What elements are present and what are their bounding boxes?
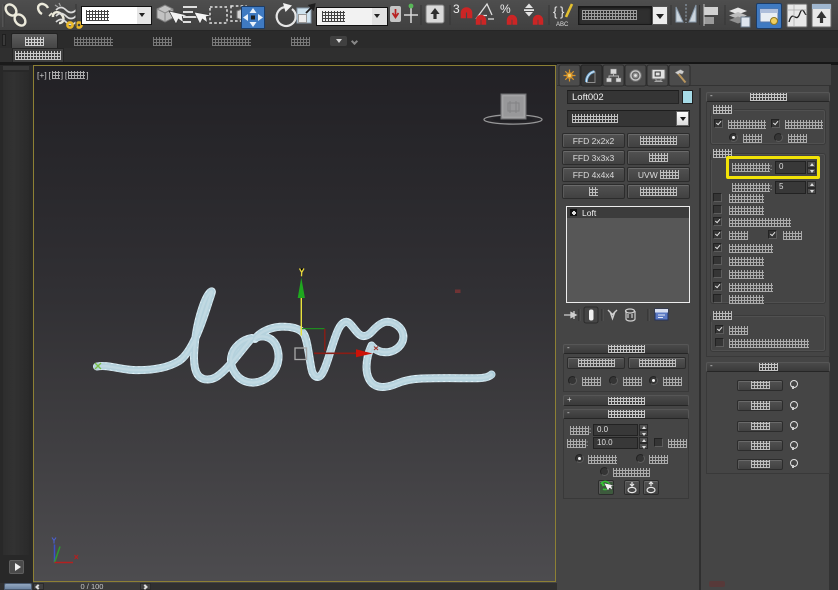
svg-text:ABC: ABC [556, 22, 569, 28]
svg-text:3: 3 [453, 2, 460, 16]
svg-text:%: % [500, 2, 511, 16]
svg-text:{ }: { } [553, 4, 565, 19]
